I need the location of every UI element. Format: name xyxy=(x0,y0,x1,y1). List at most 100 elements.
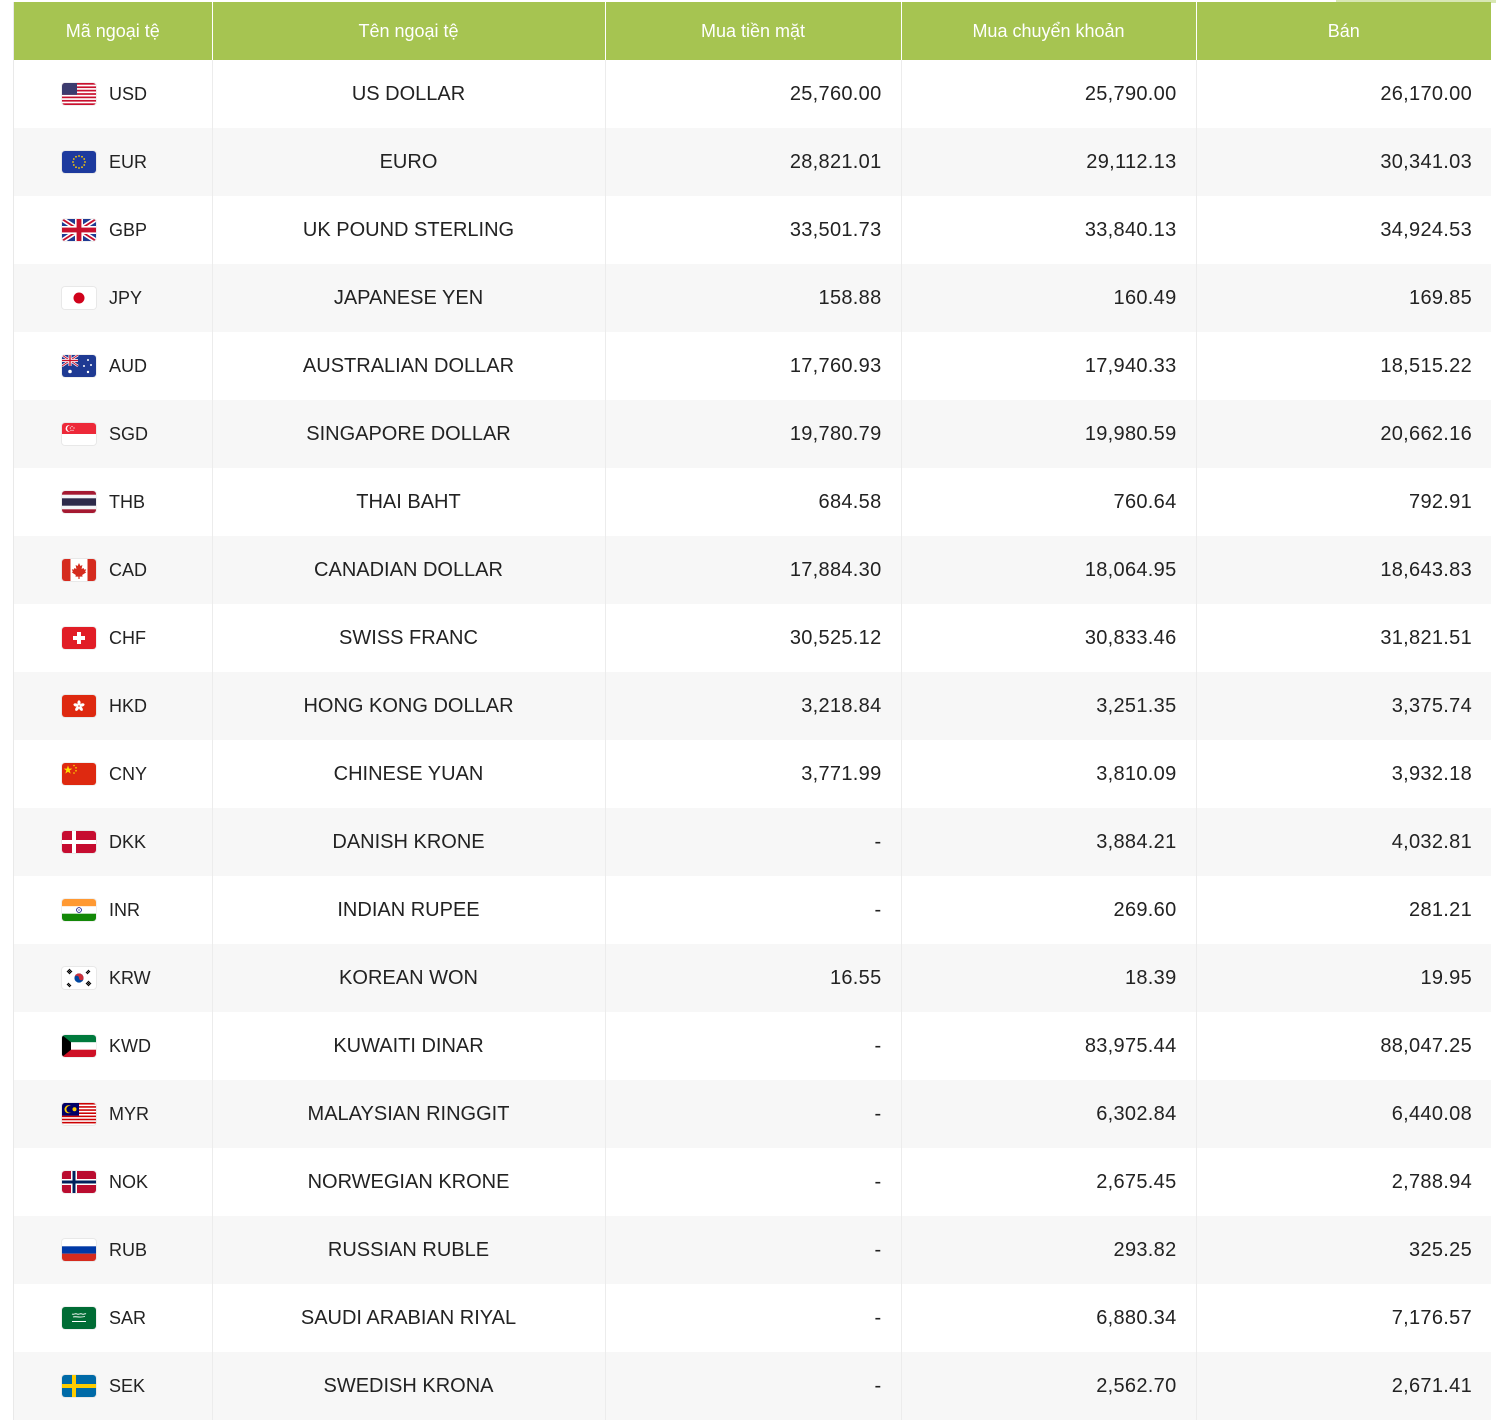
table-row: CAD CANADIAN DOLLAR 17,884.30 18,064.95 18,6… xyxy=(14,536,1491,604)
transfer-buy-rate: 3,251.35 xyxy=(901,672,1197,740)
transfer-buy-rate: 18,064.95 xyxy=(901,536,1197,604)
sell-rate: 2,671.41 xyxy=(1196,1352,1491,1420)
transfer-buy-rate: 33,840.13 xyxy=(901,196,1197,264)
currency-name: KOREAN WON xyxy=(212,944,606,1012)
currency-code-cell: NOK xyxy=(14,1148,213,1216)
currency-code-wrapper: GBP xyxy=(14,196,212,264)
sell-rate: 88,047.25 xyxy=(1196,1012,1491,1080)
transfer-buy-rate: 760.64 xyxy=(901,468,1197,536)
currency-code: CNY xyxy=(109,763,148,784)
sell-rate: 792.91 xyxy=(1196,468,1491,536)
currency-name: AUSTRALIAN DOLLAR xyxy=(212,332,606,400)
currency-name: SAUDI ARABIAN RIYAL xyxy=(212,1284,606,1352)
cash-buy-rate: - xyxy=(605,1012,902,1080)
header-transfer-buy: Mua chuyển khoản xyxy=(901,2,1197,60)
header-currency-code: Mã ngoại tệ xyxy=(14,2,213,60)
sell-rate: 34,924.53 xyxy=(1196,196,1491,264)
cash-buy-rate: - xyxy=(605,1284,902,1352)
table-row: CNY CHINESE YUAN 3,771.99 3,810.09 3,932.18 xyxy=(14,740,1491,808)
eu-flag-icon xyxy=(62,151,96,173)
korea-flag-icon xyxy=(62,967,96,989)
currency-name: DANISH KRONE xyxy=(212,808,606,876)
table-header: Mã ngoại tệ Tên ngoại tệ Mua tiền mặt Mu… xyxy=(14,2,1491,60)
exchange-rate-table-container: Mã ngoại tệ Tên ngoại tệ Mua tiền mặt Mu… xyxy=(13,2,1491,1420)
currency-code: KWD xyxy=(109,1035,151,1056)
japan-flag-icon xyxy=(62,287,96,309)
currency-code-wrapper: THB xyxy=(14,468,212,536)
denmark-flag-icon xyxy=(62,831,96,853)
currency-code-cell: JPY xyxy=(14,264,213,332)
sell-rate: 7,176.57 xyxy=(1196,1284,1491,1352)
currency-name: SWEDISH KRONA xyxy=(212,1352,606,1420)
table-row: SAR SAUDI ARABIAN RIYAL -6,880.34 7,176.57 xyxy=(14,1284,1491,1352)
transfer-buy-rate: 83,975.44 xyxy=(901,1012,1197,1080)
currency-name: CANADIAN DOLLAR xyxy=(212,536,606,604)
sell-rate: 26,170.00 xyxy=(1196,60,1491,128)
currency-code-wrapper: AUD xyxy=(14,332,212,400)
table-row: USD US DOLLAR 25,760.00 25,790.00 26,170.00 xyxy=(14,60,1491,128)
hong-kong-flag-icon xyxy=(62,695,96,717)
singapore-flag-icon xyxy=(62,423,96,445)
currency-code-cell: CAD xyxy=(14,536,213,604)
currency-name: KUWAITI DINAR xyxy=(212,1012,606,1080)
currency-code-cell: KWD xyxy=(14,1012,213,1080)
currency-code-cell: DKK xyxy=(14,808,213,876)
currency-code-wrapper: NOK xyxy=(14,1148,212,1216)
transfer-buy-rate: 25,790.00 xyxy=(901,60,1197,128)
currency-code-cell: INR xyxy=(14,876,213,944)
currency-code-cell: CNY xyxy=(14,740,213,808)
table-row: GBP UK POUND STERLING 33,501.73 33,840.13 34… xyxy=(14,196,1491,264)
india-flag-icon xyxy=(62,899,96,921)
currency-code: MYR xyxy=(109,1103,149,1124)
transfer-buy-rate: 6,880.34 xyxy=(901,1284,1197,1352)
sell-rate: 18,515.22 xyxy=(1196,332,1491,400)
table-row: NOK NORWEGIAN KRONE -2,675.45 2,788.94 xyxy=(14,1148,1491,1216)
saudi-arabia-flag-icon xyxy=(62,1307,96,1329)
sweden-flag-icon xyxy=(62,1375,96,1397)
currency-name: NORWEGIAN KRONE xyxy=(212,1148,606,1216)
cash-buy-rate: 25,760.00 xyxy=(605,60,902,128)
currency-code-wrapper: HKD xyxy=(14,672,212,740)
currency-code: DKK xyxy=(109,831,147,852)
sell-rate: 4,032.81 xyxy=(1196,808,1491,876)
currency-code-wrapper: MYR xyxy=(14,1080,212,1148)
currency-code-wrapper: JPY xyxy=(14,264,212,332)
table-row: MYR MALAYSIAN RINGGIT -6,302.84 6,440.08 xyxy=(14,1080,1491,1148)
currency-code-cell: SEK xyxy=(14,1352,213,1420)
cash-buy-rate: 17,884.30 xyxy=(605,536,902,604)
table-row: KRW KOREAN WON 16.55 18.39 19.95 xyxy=(14,944,1491,1012)
us-flag-icon xyxy=(62,83,96,105)
sell-rate: 19.95 xyxy=(1196,944,1491,1012)
currency-name: SWISS FRANC xyxy=(212,604,606,672)
cash-buy-rate: - xyxy=(605,1352,902,1420)
currency-code-wrapper: DKK xyxy=(14,808,212,876)
sell-rate: 18,643.83 xyxy=(1196,536,1491,604)
header-cash-buy: Mua tiền mặt xyxy=(605,2,902,60)
currency-name: RUSSIAN RUBLE xyxy=(212,1216,606,1284)
currency-name: CHINESE YUAN xyxy=(212,740,606,808)
sell-rate: 30,341.03 xyxy=(1196,128,1491,196)
currency-code: THB xyxy=(109,491,145,512)
currency-name: SINGAPORE DOLLAR xyxy=(212,400,606,468)
currency-code-cell: THB xyxy=(14,468,213,536)
currency-name: THAI BAHT xyxy=(212,468,606,536)
currency-code-wrapper: INR xyxy=(14,876,212,944)
currency-code: KRW xyxy=(109,967,151,988)
table-body: USD US DOLLAR 25,760.00 25,790.00 26,170.00 E… xyxy=(14,60,1491,1420)
currency-code-wrapper: SAR xyxy=(14,1284,212,1352)
cash-buy-rate: 30,525.12 xyxy=(605,604,902,672)
currency-name: JAPANESE YEN xyxy=(212,264,606,332)
sell-rate: 20,662.16 xyxy=(1196,400,1491,468)
canada-flag-icon xyxy=(62,559,96,581)
transfer-buy-rate: 17,940.33 xyxy=(901,332,1197,400)
currency-code: HKD xyxy=(109,695,148,716)
currency-code-cell: EUR xyxy=(14,128,213,196)
sell-rate: 2,788.94 xyxy=(1196,1148,1491,1216)
currency-name: EURO xyxy=(212,128,606,196)
kuwait-flag-icon xyxy=(62,1035,96,1057)
currency-code-cell: GBP xyxy=(14,196,213,264)
currency-code: USD xyxy=(109,83,148,104)
currency-code-cell: SAR xyxy=(14,1284,213,1352)
thailand-flag-icon xyxy=(62,491,96,513)
table-row: JPY JAPANESE YEN 158.88 160.49 169.85 xyxy=(14,264,1491,332)
